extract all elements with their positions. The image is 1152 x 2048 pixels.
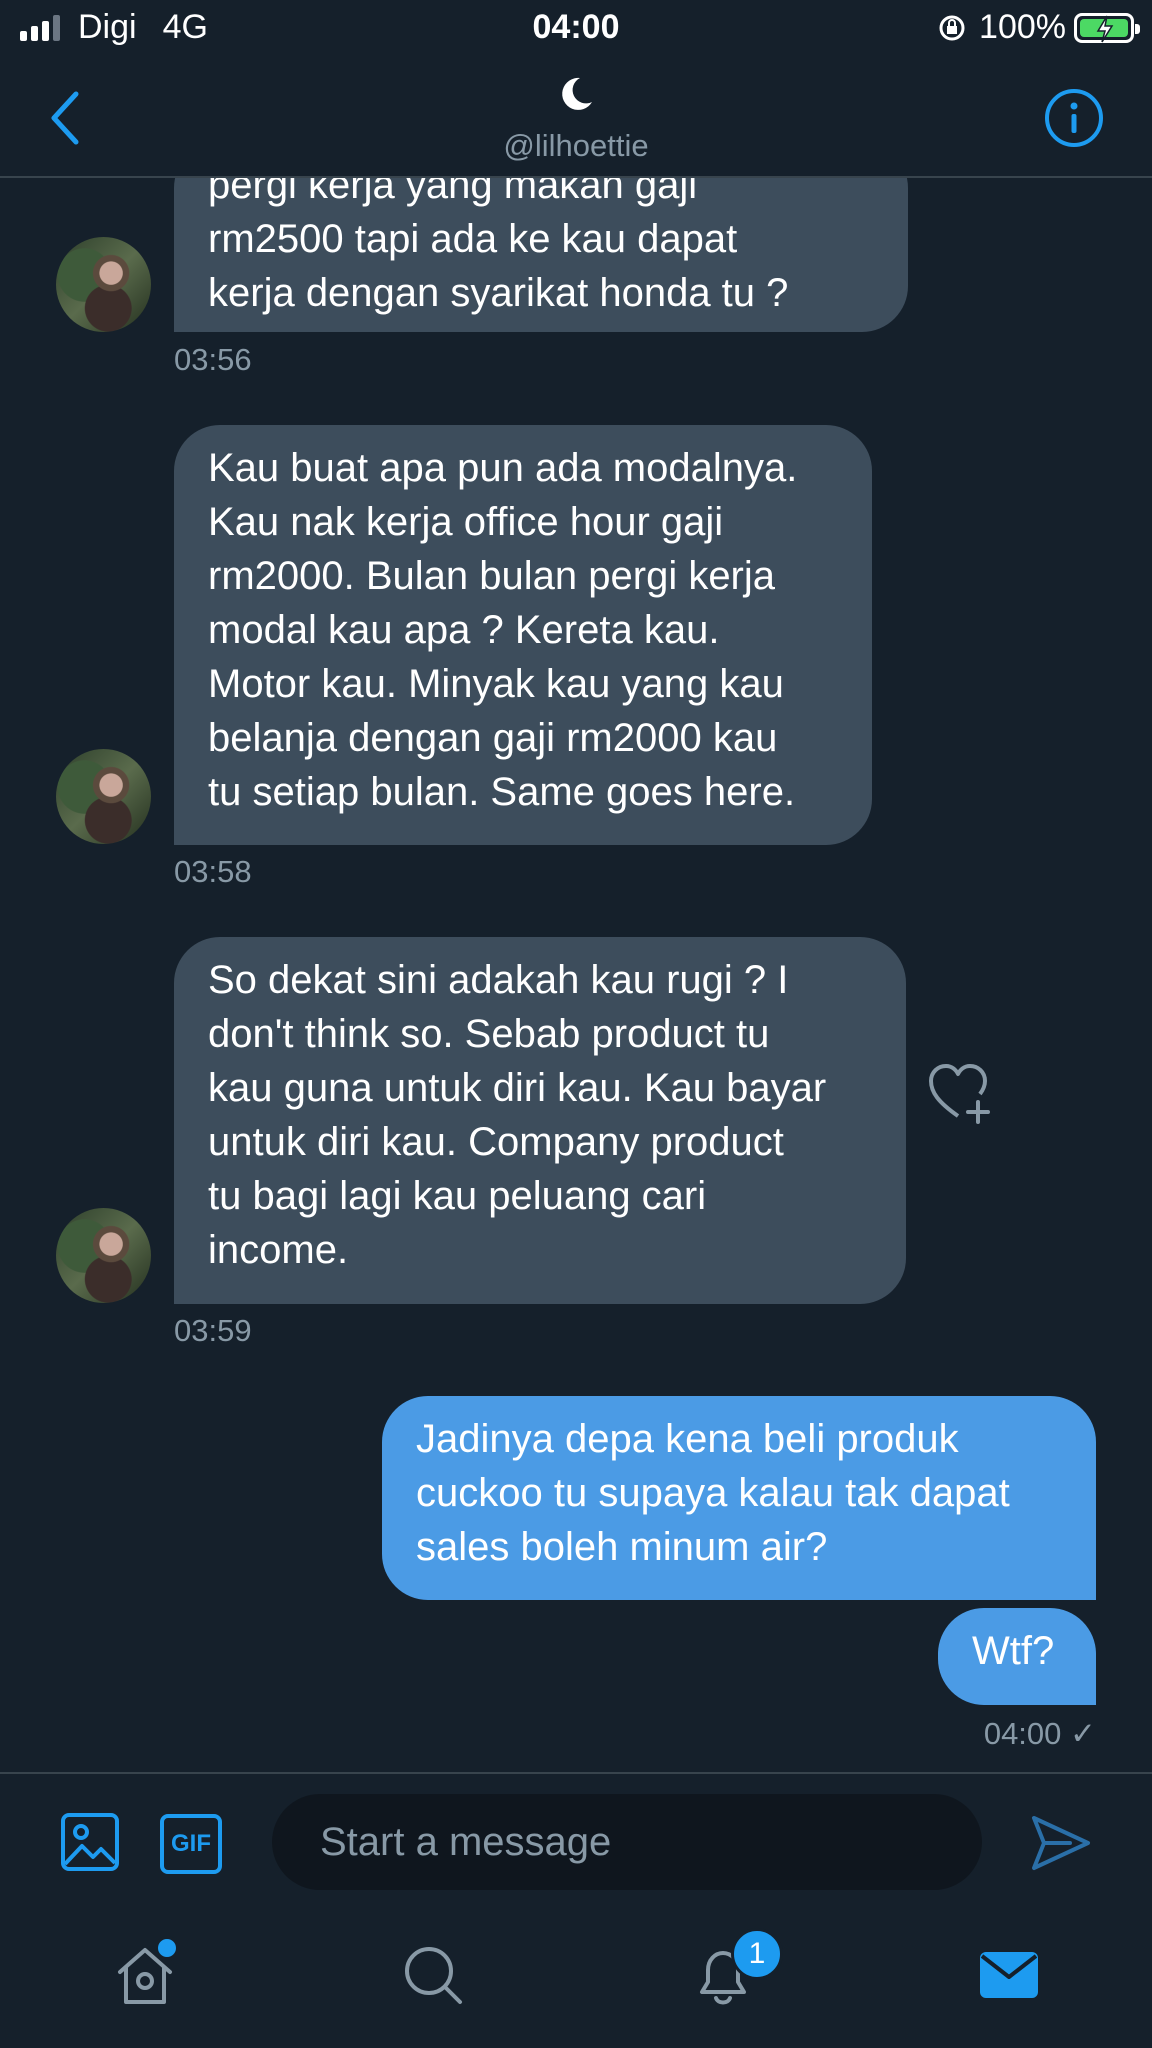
message-bubble-incoming[interactable]: pergi kerja yang makan gaji rm2500 tapi … [174, 178, 908, 332]
search-icon [405, 1947, 462, 2004]
message-bubble-incoming[interactable]: Kau buat apa pun ada modalnya. Kau nak k… [174, 425, 872, 845]
like-message-icon[interactable] [928, 1062, 994, 1124]
sender-avatar[interactable] [56, 237, 151, 332]
gif-button[interactable]: GIF [160, 1814, 222, 1874]
sender-avatar[interactable] [56, 749, 151, 844]
message-timestamp-read: 04:00 ✓ [983, 1716, 1096, 1751]
message-composer: GIF [0, 1772, 1152, 1912]
notification-count-badge: 1 [731, 1928, 783, 1980]
dm-conversation-screen: Digi 4G 04:00 100% @lilhoettie pergi ker… [0, 0, 1152, 2048]
conversation-handle[interactable]: @lilhoettie [0, 128, 1152, 164]
rotation-lock-icon [939, 15, 965, 40]
nav-notifications[interactable]: 1 [688, 1928, 783, 2010]
image-icon[interactable] [60, 1812, 120, 1872]
message-bubble-incoming[interactable]: So dekat sini adakah kau rugi ? I don't … [174, 937, 906, 1304]
messages-icon [980, 1952, 1038, 1998]
conversation-header: @lilhoettie [0, 58, 1152, 178]
info-icon[interactable] [1044, 88, 1104, 148]
nav-search[interactable] [398, 1940, 468, 2010]
nav-home[interactable] [110, 1936, 180, 2010]
battery-percent: 100% [979, 8, 1066, 46]
message-bubble-outgoing[interactable]: Jadinya depa kena beli produk cuckoo tu … [382, 1396, 1096, 1600]
bottom-navigation: 1 [0, 1912, 1152, 2048]
message-timestamp: 03:56 [174, 342, 252, 377]
battery-charging-icon [1074, 12, 1140, 43]
status-bar: Digi 4G 04:00 100% [0, 0, 1152, 58]
send-icon[interactable] [1030, 1812, 1092, 1874]
moon-icon[interactable] [556, 74, 596, 114]
status-right: 100% [937, 8, 1140, 47]
sender-avatar[interactable] [56, 1208, 151, 1303]
message-bubble-outgoing[interactable]: Wtf? [938, 1608, 1096, 1705]
message-input[interactable] [272, 1794, 982, 1890]
message-timestamp: 03:59 [174, 1313, 252, 1348]
message-timestamp: 03:58 [174, 854, 252, 889]
new-content-dot [155, 1936, 179, 1960]
nav-messages[interactable] [976, 1940, 1046, 2010]
message-list[interactable]: pergi kerja yang makan gaji rm2500 tapi … [0, 178, 1152, 1772]
